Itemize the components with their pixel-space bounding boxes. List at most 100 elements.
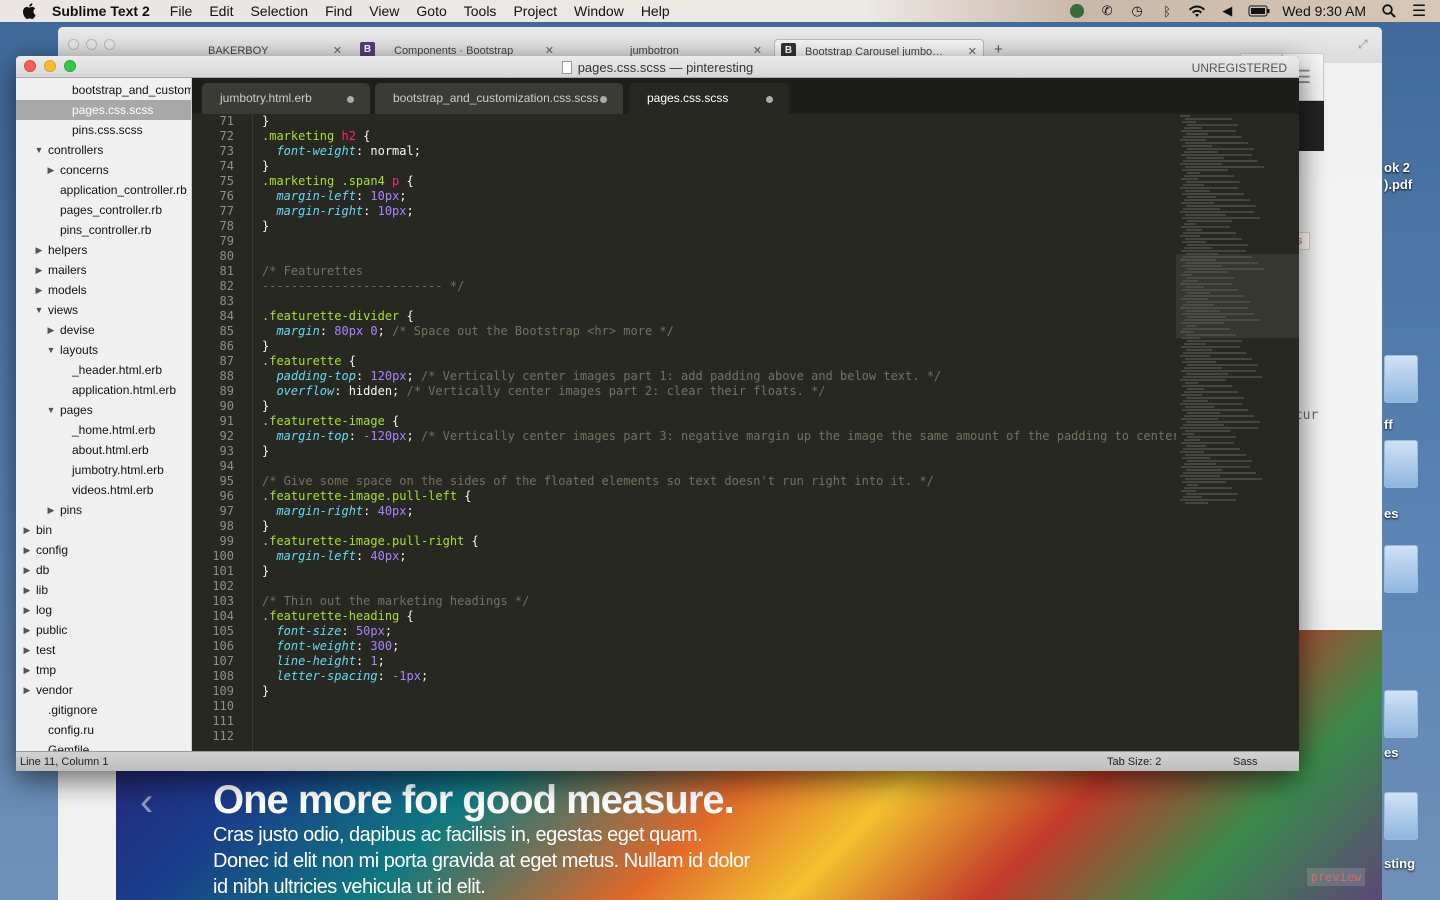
- disclosure-closed-icon[interactable]: ▶: [22, 520, 32, 540]
- browser-close-dot[interactable]: [68, 39, 79, 50]
- desktop-label[interactable]: sting: [1384, 856, 1415, 871]
- disclosure-open-icon[interactable]: ▼: [46, 340, 56, 360]
- code-line[interactable]: }: [262, 684, 1177, 699]
- menu-help[interactable]: Help: [641, 3, 670, 19]
- editor-tab[interactable]: jumbotry.html.erb: [202, 83, 370, 114]
- disclosure-closed-icon[interactable]: ▶: [22, 580, 32, 600]
- desktop-label[interactable]: ff: [1384, 417, 1393, 432]
- editor-tab-active[interactable]: pages.css.scss: [629, 83, 789, 114]
- disclosure-closed-icon[interactable]: ▶: [22, 540, 32, 560]
- carousel-prev-icon[interactable]: ‹: [140, 780, 153, 825]
- app-menu-name[interactable]: Sublime Text 2: [52, 3, 150, 19]
- desktop-folder-icon[interactable]: [1384, 792, 1418, 840]
- code-line[interactable]: padding-top: 120px; /* Vertically center…: [262, 369, 1177, 384]
- sidebar-file[interactable]: pages_controller.rb: [16, 200, 191, 220]
- code-line[interactable]: font-weight: 300;: [262, 639, 1177, 654]
- unsaved-dot-icon[interactable]: [766, 96, 773, 103]
- disclosure-open-icon[interactable]: ▼: [34, 300, 44, 320]
- disclosure-closed-icon[interactable]: ▶: [34, 280, 44, 300]
- disclosure-closed-icon[interactable]: ▶: [46, 500, 56, 520]
- code-line[interactable]: .marketing .span4 p {: [262, 174, 1177, 189]
- sidebar-folder[interactable]: ▶ vendor: [16, 680, 191, 700]
- volume-icon[interactable]: ◀: [1218, 3, 1236, 18]
- code-line[interactable]: margin-left: 40px;: [262, 549, 1177, 564]
- phone-icon[interactable]: ✆: [1098, 3, 1116, 18]
- wifi-icon[interactable]: [1188, 4, 1206, 18]
- window-titlebar[interactable]: pages.css.scss — pinteresting UNREGISTER…: [16, 56, 1299, 78]
- desktop-label[interactable]: ok 2: [1384, 160, 1410, 175]
- browser-zoom-dot[interactable]: [104, 39, 115, 50]
- sidebar-folder[interactable]: ▶ concerns: [16, 160, 191, 180]
- menubar-clock[interactable]: Wed 9:30 AM: [1282, 3, 1366, 19]
- disclosure-closed-icon[interactable]: ▶: [22, 620, 32, 640]
- code-line[interactable]: }: [262, 444, 1177, 459]
- spotlight-search-icon[interactable]: [1380, 4, 1398, 18]
- code-line[interactable]: margin-right: 10px;: [262, 204, 1177, 219]
- sidebar-file[interactable]: .gitignore: [16, 700, 191, 720]
- desktop-label[interactable]: ).pdf: [1384, 177, 1412, 192]
- disclosure-open-icon[interactable]: ▼: [46, 400, 56, 420]
- code-editor[interactable]: } .marketing h2 { font-weight: normal;} .m…: [252, 114, 1177, 751]
- sidebar-file[interactable]: pins_controller.rb: [16, 220, 191, 240]
- unsaved-dot-icon[interactable]: [600, 96, 607, 103]
- time-machine-icon[interactable]: ◷: [1128, 3, 1146, 18]
- code-line[interactable]: .featurette-image.pull-left {: [262, 489, 1177, 504]
- code-line[interactable]: [262, 714, 1177, 729]
- code-line[interactable]: font-weight: normal;: [262, 144, 1177, 159]
- syntax-indicator[interactable]: Sass: [1233, 756, 1257, 768]
- desktop-folder-icon[interactable]: [1384, 545, 1418, 593]
- code-line[interactable]: /* Featurettes: [262, 264, 1177, 279]
- sidebar-file[interactable]: pins.css.scss: [16, 120, 191, 140]
- disclosure-closed-icon[interactable]: ▶: [46, 160, 56, 180]
- code-line[interactable]: }: [262, 399, 1177, 414]
- code-line[interactable]: [262, 249, 1177, 264]
- sidebar-folder[interactable]: ▶ tmp: [16, 660, 191, 680]
- sidebar-folder[interactable]: ▶ public: [16, 620, 191, 640]
- code-line[interactable]: ------------------------- */: [262, 279, 1177, 294]
- desktop-folder-icon[interactable]: [1384, 440, 1418, 488]
- bluetooth-icon[interactable]: ᛒ: [1158, 4, 1176, 19]
- sidebar-folder[interactable]: ▶ pins: [16, 500, 191, 520]
- editor-tab[interactable]: bootstrap_and_customization.css.scss: [375, 83, 623, 114]
- code-line[interactable]: .marketing h2 {: [262, 129, 1177, 144]
- desktop-folder-icon[interactable]: [1384, 355, 1418, 403]
- menu-file[interactable]: File: [170, 3, 193, 19]
- sidebar-folder[interactable]: ▶ test: [16, 640, 191, 660]
- sidebar-file[interactable]: videos.html.erb: [16, 480, 191, 500]
- menu-view[interactable]: View: [369, 3, 399, 19]
- sidebar-folder[interactable]: ▼ pages: [16, 400, 191, 420]
- sidebar-file[interactable]: jumbotry.html.erb: [16, 460, 191, 480]
- code-line[interactable]: .featurette-divider {: [262, 309, 1177, 324]
- code-line[interactable]: .featurette-heading {: [262, 609, 1177, 624]
- sidebar-folder[interactable]: ▼ views: [16, 300, 191, 320]
- code-line[interactable]: [262, 699, 1177, 714]
- fullscreen-icon[interactable]: ⤢: [1358, 37, 1372, 51]
- sidebar-file[interactable]: application_controller.rb: [16, 180, 191, 200]
- sidebar-folder[interactable]: ▶ devise: [16, 320, 191, 340]
- disclosure-open-icon[interactable]: ▼: [34, 140, 44, 160]
- sidebar-folder[interactable]: ▼ controllers: [16, 140, 191, 160]
- code-line[interactable]: .featurette {: [262, 354, 1177, 369]
- code-line[interactable]: /* Thin out the marketing headings */: [262, 594, 1177, 609]
- menu-selection[interactable]: Selection: [250, 3, 308, 19]
- code-line[interactable]: line-height: 1;: [262, 654, 1177, 669]
- code-line[interactable]: }: [262, 519, 1177, 534]
- browser-minimize-dot[interactable]: [86, 39, 97, 50]
- sidebar-folder[interactable]: ▶ bin: [16, 520, 191, 540]
- sidebar-folder[interactable]: ▶ lib: [16, 580, 191, 600]
- disclosure-closed-icon[interactable]: ▶: [34, 260, 44, 280]
- sidebar-file[interactable]: about.html.erb: [16, 440, 191, 460]
- sidebar-folder[interactable]: ▶ config: [16, 540, 191, 560]
- sidebar-folder[interactable]: ▶ models: [16, 280, 191, 300]
- menu-edit[interactable]: Edit: [209, 3, 233, 19]
- desktop-label[interactable]: es: [1384, 745, 1398, 760]
- menu-window[interactable]: Window: [574, 3, 624, 19]
- disclosure-closed-icon[interactable]: ▶: [46, 320, 56, 340]
- code-line[interactable]: margin: 80px 0; /* Space out the Bootstr…: [262, 324, 1177, 339]
- status-app-icon[interactable]: [1068, 4, 1086, 18]
- sidebar-folder[interactable]: ▶ db: [16, 560, 191, 580]
- menu-goto[interactable]: Goto: [416, 3, 446, 19]
- project-sidebar[interactable]: bootstrap_and_customization.css.scsspage…: [16, 78, 192, 751]
- code-line[interactable]: }: [262, 219, 1177, 234]
- unsaved-dot-icon[interactable]: [347, 96, 354, 103]
